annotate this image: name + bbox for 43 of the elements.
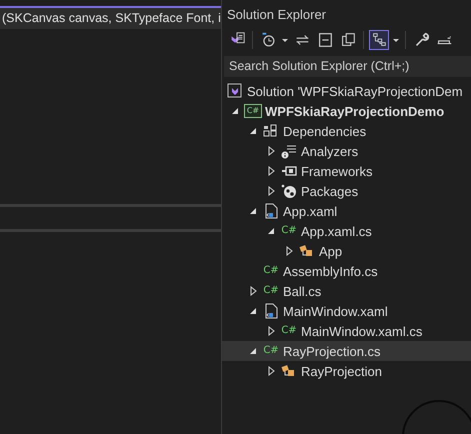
tree-view-icon — [370, 31, 388, 49]
csharp-file-icon: C# — [262, 284, 280, 298]
collapse-icon — [316, 31, 334, 49]
expanded-arrow-icon[interactable] — [249, 347, 257, 355]
tree-item[interactable]: C# App.xaml.cs — [222, 221, 471, 241]
csharp-file-icon: C# — [262, 344, 280, 358]
tree-item[interactable]: RayProjection — [222, 361, 471, 381]
package-icon — [280, 183, 298, 199]
csharp-file-icon: C# — [280, 224, 298, 238]
tree-item[interactable]: App — [222, 241, 471, 261]
toolbar-button[interactable] — [369, 30, 389, 50]
expanded-arrow-icon[interactable] — [249, 207, 257, 215]
collapsed-arrow-icon[interactable] — [268, 366, 274, 376]
caret-icon — [393, 38, 399, 42]
expanded-arrow-icon[interactable] — [267, 227, 275, 235]
expanded-arrow-icon[interactable] — [231, 107, 239, 115]
tree-item[interactable]: MainWindow.xaml — [222, 301, 471, 321]
caret-icon — [282, 38, 288, 42]
collapsed-arrow-icon[interactable] — [250, 286, 256, 296]
tree-item[interactable]: Analyzers — [222, 141, 471, 161]
tree-item[interactable]: Solution 'WPFSkiaRayProjectionDem — [222, 81, 471, 101]
collapsed-arrow-icon[interactable] — [268, 326, 274, 336]
tree-item[interactable]: Dependencies — [222, 121, 471, 141]
project-icon: C# — [244, 104, 262, 118]
tree-item[interactable]: Packages — [222, 181, 471, 201]
tree-item[interactable]: C# RayProjection.cs — [222, 341, 471, 361]
analyzer-icon — [280, 143, 298, 159]
expanded-arrow-icon[interactable] — [249, 307, 257, 315]
code-signature: (SKCanvas canvas, SKTypeface Font, i — [0, 8, 221, 29]
csharp-file-icon: C# — [280, 324, 298, 338]
tree-item[interactable]: C# AssemblyInfo.cs — [222, 261, 471, 281]
panel-title: Solution Explorer — [226, 6, 327, 24]
tree-item[interactable]: App.xaml — [222, 201, 471, 221]
tree-item[interactable]: Frameworks — [222, 161, 471, 181]
tree-item[interactable]: C# MainWindow.xaml.cs — [222, 321, 471, 341]
solution-icon — [226, 83, 244, 99]
copy-icon — [339, 31, 357, 49]
csharp-file-icon: C# — [262, 264, 280, 278]
collapsed-arrow-icon[interactable] — [286, 246, 292, 256]
expanded-arrow-icon[interactable] — [249, 127, 257, 135]
tree-item[interactable]: C# Ball.cs — [222, 281, 471, 301]
search-field[interactable]: Search Solution Explorer (Ctrl+;) — [224, 56, 471, 77]
tree-item[interactable]: C# WPFSkiaRayProjectionDemo — [222, 101, 471, 121]
